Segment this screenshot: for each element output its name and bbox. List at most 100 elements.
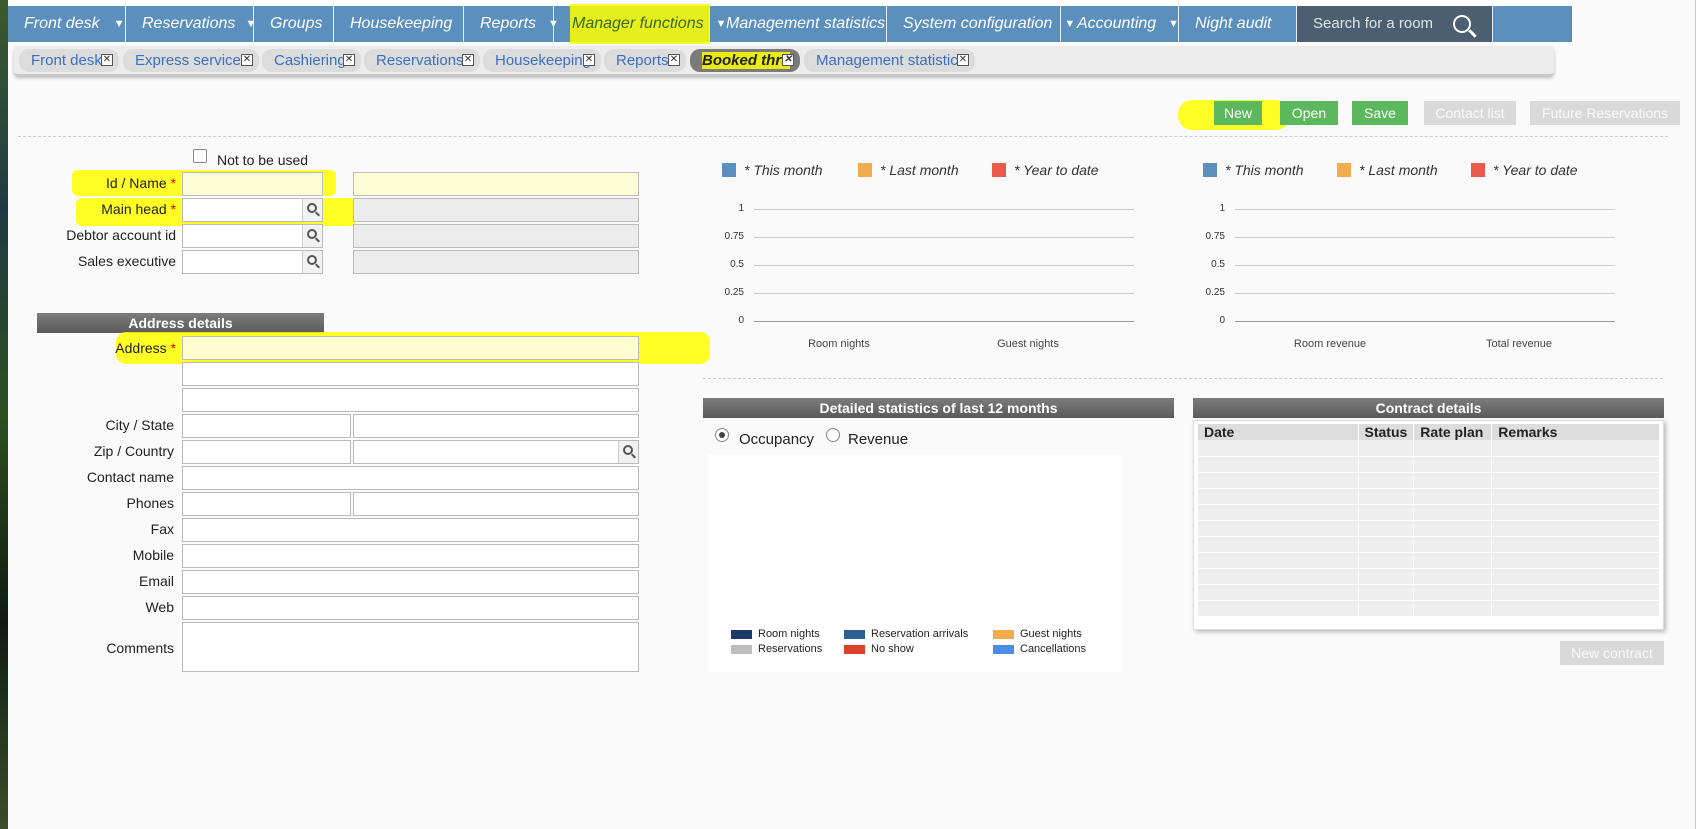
table-row[interactable] (1198, 456, 1660, 473)
sales-executive-lookup-button[interactable] (302, 251, 322, 273)
legend-this-month: * This month (1225, 162, 1304, 178)
nav-management-statistics[interactable]: Management statistics (710, 6, 887, 42)
nav-night-audit[interactable]: Night audit (1179, 6, 1297, 42)
debtor-lookup-button[interactable] (302, 225, 322, 247)
scrollbar[interactable] (1695, 0, 1707, 829)
table-row[interactable] (1198, 472, 1660, 489)
close-icon[interactable]: ✕ (782, 54, 794, 66)
legend-swatch (993, 629, 1014, 639)
web-input[interactable] (182, 596, 639, 620)
tab-front-desk[interactable]: Front desk ✕ (19, 49, 119, 72)
nav-groups[interactable]: Groups (254, 6, 334, 42)
close-icon[interactable]: ✕ (957, 54, 969, 66)
table-row[interactable] (1198, 600, 1660, 617)
tab-reports[interactable]: Reports ✕ (604, 49, 686, 72)
contact-name-input[interactable] (182, 466, 639, 490)
save-button[interactable]: Save (1352, 101, 1408, 125)
table-row[interactable] (1198, 504, 1660, 521)
tab-housekeeping[interactable]: Housekeeping ✕ (483, 49, 601, 72)
tab-strip: Front desk ✕ Express services ✕ Cashiering… (14, 46, 1554, 76)
x-axis (754, 321, 1134, 322)
name-field[interactable] (353, 172, 639, 196)
table-row[interactable] (1198, 584, 1660, 601)
country-lookup-button[interactable] (618, 441, 638, 463)
legend-swatch (1337, 163, 1351, 177)
not-to-be-used-checkbox[interactable] (193, 149, 207, 163)
table-row[interactable] (1198, 488, 1660, 505)
table-row[interactable] (1198, 568, 1660, 585)
address-line-1[interactable] (182, 336, 639, 360)
city-state-label: City / State (105, 417, 174, 433)
table-row[interactable] (1198, 552, 1660, 569)
legend-this-month: * This month (744, 162, 823, 178)
tab-reservations[interactable]: Reservations ✕ (364, 49, 480, 72)
city-input[interactable] (182, 414, 351, 438)
close-icon[interactable]: ✕ (668, 54, 680, 66)
contract-table: Date Status Rate plan Remarks (1198, 424, 1660, 617)
tab-management-statistics[interactable]: Management statistics ✕ (804, 49, 975, 72)
zip-country-label: Zip / Country (93, 443, 174, 459)
mobile-input[interactable] (182, 544, 639, 568)
legend-reservation-arrivals: Reservation arrivals (844, 628, 968, 640)
legend-swatch (993, 644, 1014, 654)
contact-list-button[interactable]: Contact list (1424, 101, 1516, 125)
nav-manager-functions[interactable]: Manager functions ▼ (554, 4, 727, 44)
x-category: Total revenue (1485, 338, 1553, 350)
email-input[interactable] (182, 570, 639, 594)
nav-reservations[interactable]: Reservations ▼ (126, 6, 256, 42)
state-input[interactable] (353, 414, 639, 438)
open-button[interactable]: Open (1280, 101, 1338, 125)
mobile-label: Mobile (132, 547, 174, 563)
tab-cashiering[interactable]: Cashiering ✕ (262, 49, 361, 72)
close-icon[interactable]: ✕ (583, 54, 595, 66)
column-header-rate-plan[interactable]: Rate plan (1413, 424, 1493, 440)
chart-revenue: * This month * Last month * Year to date… (1185, 155, 1635, 355)
revenue-radio[interactable] (826, 428, 840, 442)
room-search[interactable]: Search for a room (1297, 6, 1493, 42)
column-header-date[interactable]: Date (1198, 424, 1359, 440)
nav-front-desk[interactable]: Front desk ▼ (8, 6, 126, 42)
nav-housekeeping[interactable]: Housekeeping (334, 6, 464, 42)
id-name-label: Id / Name * (105, 175, 176, 191)
address-line-2[interactable] (182, 362, 639, 386)
y-tick: 0.25 (724, 287, 744, 298)
future-reservations-button[interactable]: Future Reservations (1530, 101, 1680, 125)
nav-accounting[interactable]: Accounting ▼ (1061, 6, 1179, 42)
nav-reports[interactable]: Reports ▼ (464, 6, 559, 42)
new-contract-button[interactable]: New contract (1560, 641, 1664, 665)
nav-system-configuration[interactable]: System configuration ▼ (887, 6, 1075, 42)
close-icon[interactable]: ✕ (241, 54, 253, 66)
address-line-3[interactable] (182, 388, 639, 412)
close-icon[interactable]: ✕ (462, 54, 474, 66)
column-header-status[interactable]: Status (1358, 424, 1415, 440)
debtor-account-id-label: Debtor account id (66, 227, 176, 243)
table-row[interactable] (1198, 520, 1660, 537)
gridline (1235, 209, 1615, 210)
table-row[interactable] (1198, 536, 1660, 553)
y-tick: 0.75 (1205, 231, 1225, 242)
occupancy-radio[interactable] (715, 428, 729, 442)
table-row[interactable] (1198, 440, 1660, 457)
y-tick: 0.25 (1205, 287, 1225, 298)
legend-swatch (992, 163, 1006, 177)
legend-year-to-date: * Year to date (1493, 162, 1578, 178)
phone-1-input[interactable] (182, 492, 351, 516)
not-to-be-used-label: Not to be used (217, 152, 309, 168)
comments-textarea[interactable] (182, 622, 639, 672)
phone-2-input[interactable] (353, 492, 639, 516)
fax-input[interactable] (182, 518, 639, 542)
search-icon[interactable] (1453, 15, 1472, 33)
close-icon[interactable]: ✕ (343, 54, 355, 66)
gridline (754, 265, 1134, 266)
zip-input[interactable] (182, 440, 351, 464)
country-input[interactable] (353, 440, 639, 464)
tab-booked-thru[interactable]: Booked thru ✕ (690, 49, 800, 72)
column-header-remarks[interactable]: Remarks (1491, 424, 1660, 440)
close-icon[interactable]: ✕ (101, 54, 113, 66)
tab-express-services[interactable]: Express services ✕ (123, 49, 259, 72)
new-button[interactable]: New (1214, 101, 1262, 125)
id-field[interactable] (182, 172, 323, 196)
legend-reservations: Reservations (731, 643, 822, 655)
main-head-lookup-button[interactable] (302, 199, 322, 221)
legend-cancellations: Cancellations (993, 643, 1086, 655)
